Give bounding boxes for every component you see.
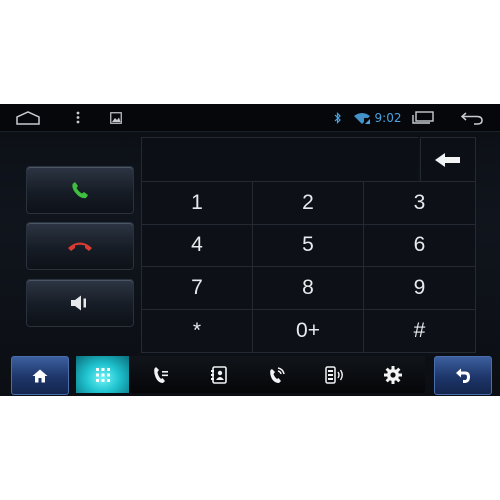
- bottom-tab-bar: [76, 356, 425, 393]
- tab-device-sync[interactable]: [309, 356, 362, 393]
- backspace-button[interactable]: [420, 137, 476, 182]
- keypad-icon: [95, 367, 110, 382]
- status-bar: 9:02: [0, 104, 500, 132]
- hang-up-icon: [67, 240, 93, 252]
- home-button[interactable]: [11, 356, 69, 395]
- backspace-arrow-icon: [435, 153, 461, 167]
- tab-settings[interactable]: [367, 356, 420, 393]
- key-6[interactable]: 6: [364, 225, 475, 267]
- contacts-book-icon: [210, 365, 227, 384]
- device-sync-icon: [325, 365, 345, 384]
- key-9[interactable]: 9: [364, 267, 475, 310]
- back-arrow-icon[interactable]: [458, 108, 486, 127]
- tab-keypad[interactable]: [76, 356, 130, 393]
- tab-contacts[interactable]: [192, 356, 245, 393]
- key-2[interactable]: 2: [253, 182, 364, 225]
- dialer-screen: 9:02 1 2 3 4 5 6 7 8 9 * 0+ #: [0, 104, 500, 396]
- home-icon: [32, 369, 48, 383]
- hang-up-button[interactable]: [26, 222, 134, 270]
- key-1[interactable]: 1: [142, 182, 253, 225]
- key-star[interactable]: *: [142, 309, 253, 352]
- overflow-menu-icon[interactable]: [70, 108, 86, 127]
- wifi-icon: [352, 108, 372, 127]
- tab-phone-ringing[interactable]: [251, 356, 304, 393]
- key-4[interactable]: 4: [142, 224, 253, 267]
- volume-button[interactable]: [26, 279, 134, 327]
- return-arrow-icon: [455, 368, 471, 384]
- recent-apps-icon[interactable]: [410, 108, 436, 127]
- keypad: 1 2 3 4 5 6 7 8 9 * 0+ #: [141, 181, 476, 353]
- call-button[interactable]: [26, 166, 134, 214]
- bluetooth-icon: [331, 108, 345, 127]
- image-icon: [108, 108, 124, 127]
- volume-icon: [70, 295, 90, 311]
- number-display: [141, 137, 418, 182]
- key-hash[interactable]: #: [364, 310, 475, 353]
- phone-ringing-icon: [268, 366, 286, 384]
- key-3[interactable]: 3: [364, 182, 475, 225]
- call-icon: [70, 180, 90, 200]
- home-outline-icon[interactable]: [14, 108, 42, 127]
- status-time: 9:02: [374, 110, 402, 125]
- key-0-plus[interactable]: 0+: [253, 309, 364, 352]
- key-5[interactable]: 5: [253, 224, 364, 267]
- key-8[interactable]: 8: [253, 267, 364, 310]
- return-button[interactable]: [434, 356, 492, 395]
- tab-call-log[interactable]: [134, 356, 187, 393]
- settings-gear-icon: [384, 365, 403, 384]
- call-log-icon: [153, 366, 169, 384]
- key-7[interactable]: 7: [142, 267, 253, 310]
